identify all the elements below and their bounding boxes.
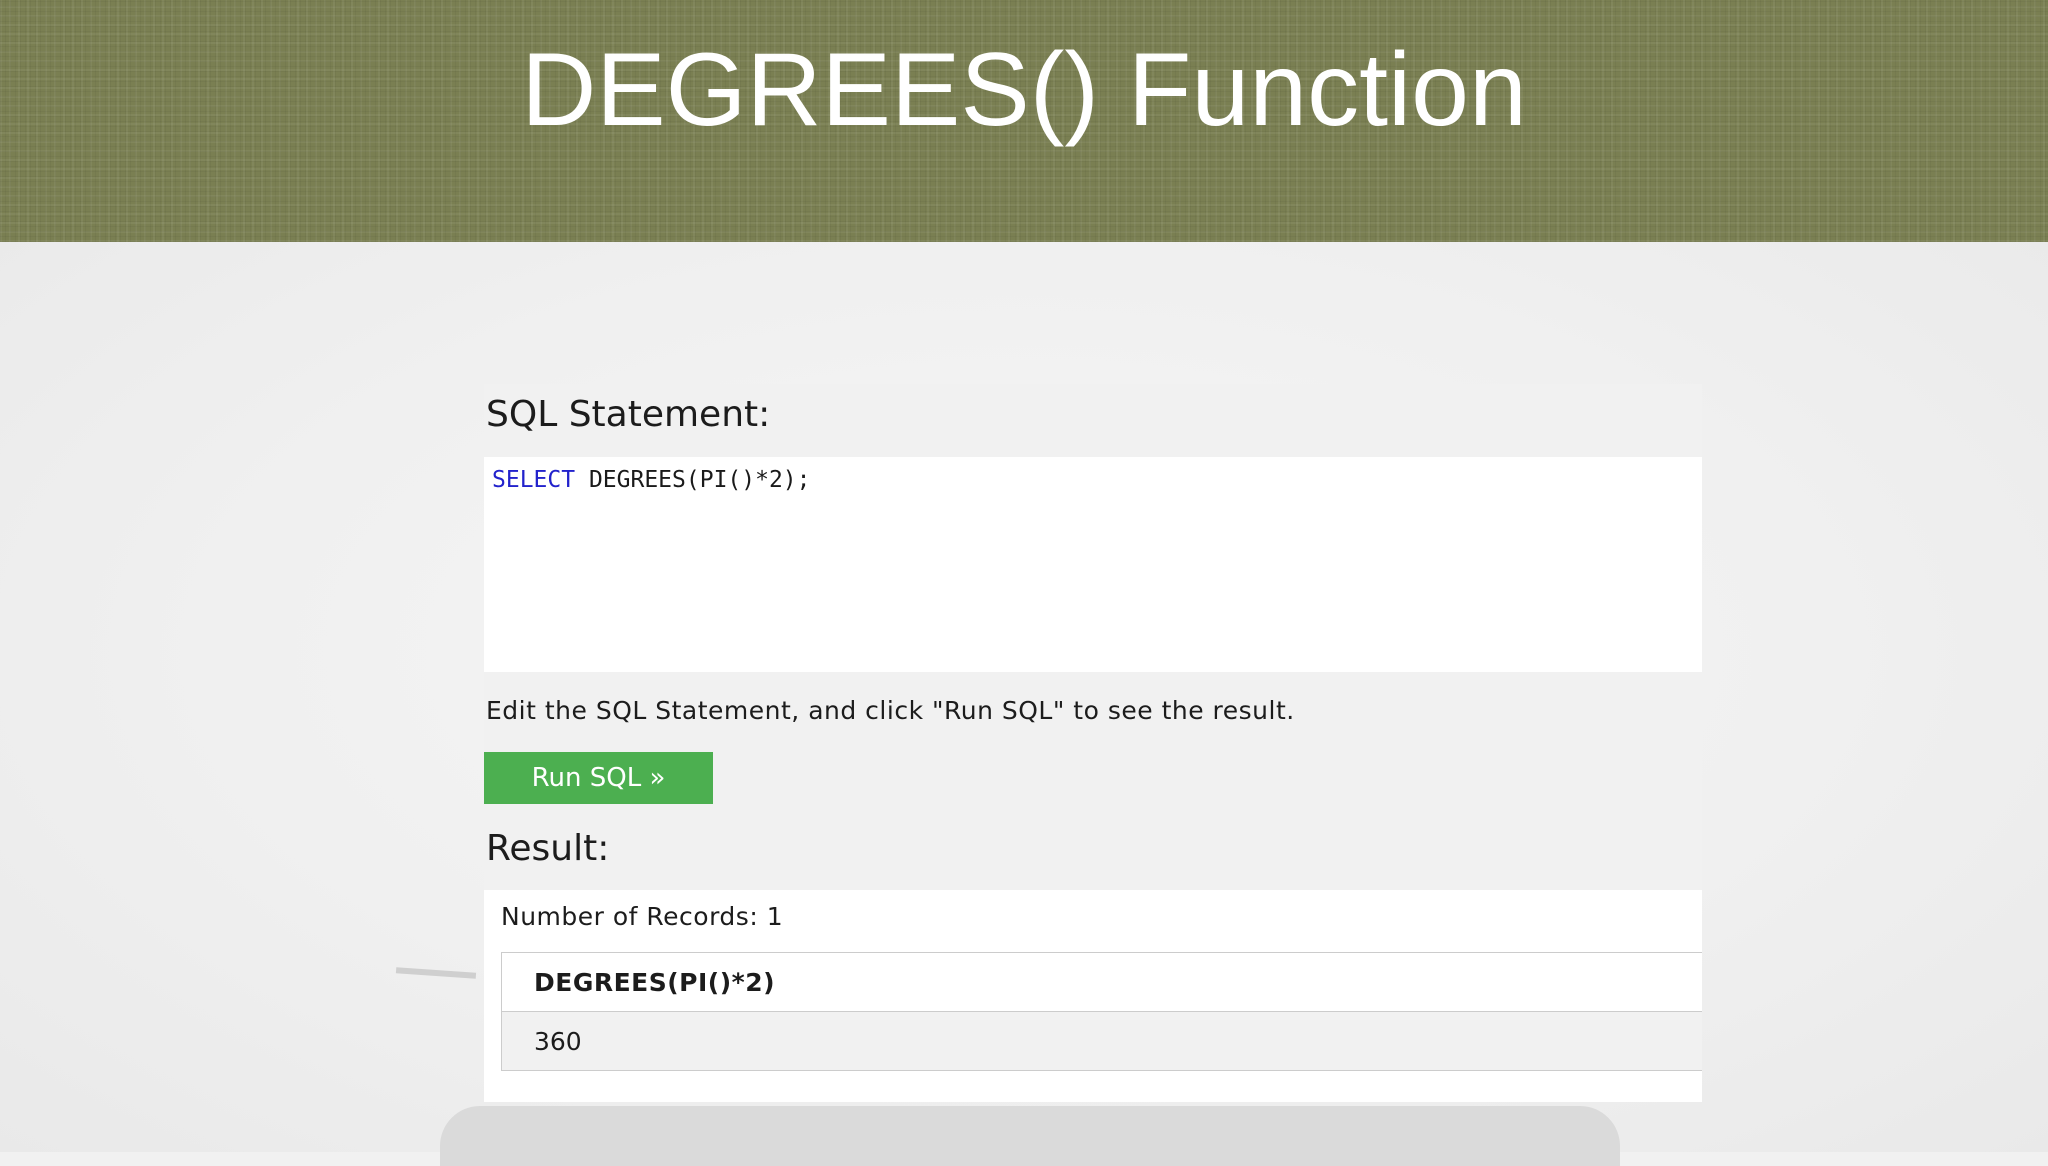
- editor-hint: Edit the SQL Statement, and click "Run S…: [486, 696, 1295, 725]
- background-book: [440, 1106, 1620, 1166]
- result-column-header: DEGREES(PI()*2): [501, 952, 1702, 1012]
- result-table: DEGREES(PI()*2) 360: [501, 952, 1702, 1071]
- sql-tryit-panel: SQL Statement: SELECT DEGREES(PI()*2); E…: [484, 384, 1702, 1102]
- result-heading: Result:: [486, 828, 610, 869]
- table-row: 360: [501, 1011, 1702, 1071]
- sql-statement-heading: SQL Statement:: [486, 394, 771, 435]
- records-count: Number of Records: 1: [501, 902, 784, 931]
- sql-keyword: SELECT: [492, 467, 576, 493]
- slide-title: DEGREES() Function: [521, 32, 1527, 148]
- title-banner: DEGREES() Function: [0, 0, 2048, 242]
- result-box: Number of Records: 1 DEGREES(PI()*2) 360: [484, 890, 1702, 1102]
- run-sql-button[interactable]: Run SQL »: [484, 752, 713, 804]
- result-cell: 360: [501, 1011, 1702, 1071]
- result-header-row: DEGREES(PI()*2): [501, 952, 1702, 1012]
- sql-editor[interactable]: SELECT DEGREES(PI()*2);: [484, 457, 1702, 672]
- sql-code: DEGREES(PI()*2);: [575, 467, 811, 493]
